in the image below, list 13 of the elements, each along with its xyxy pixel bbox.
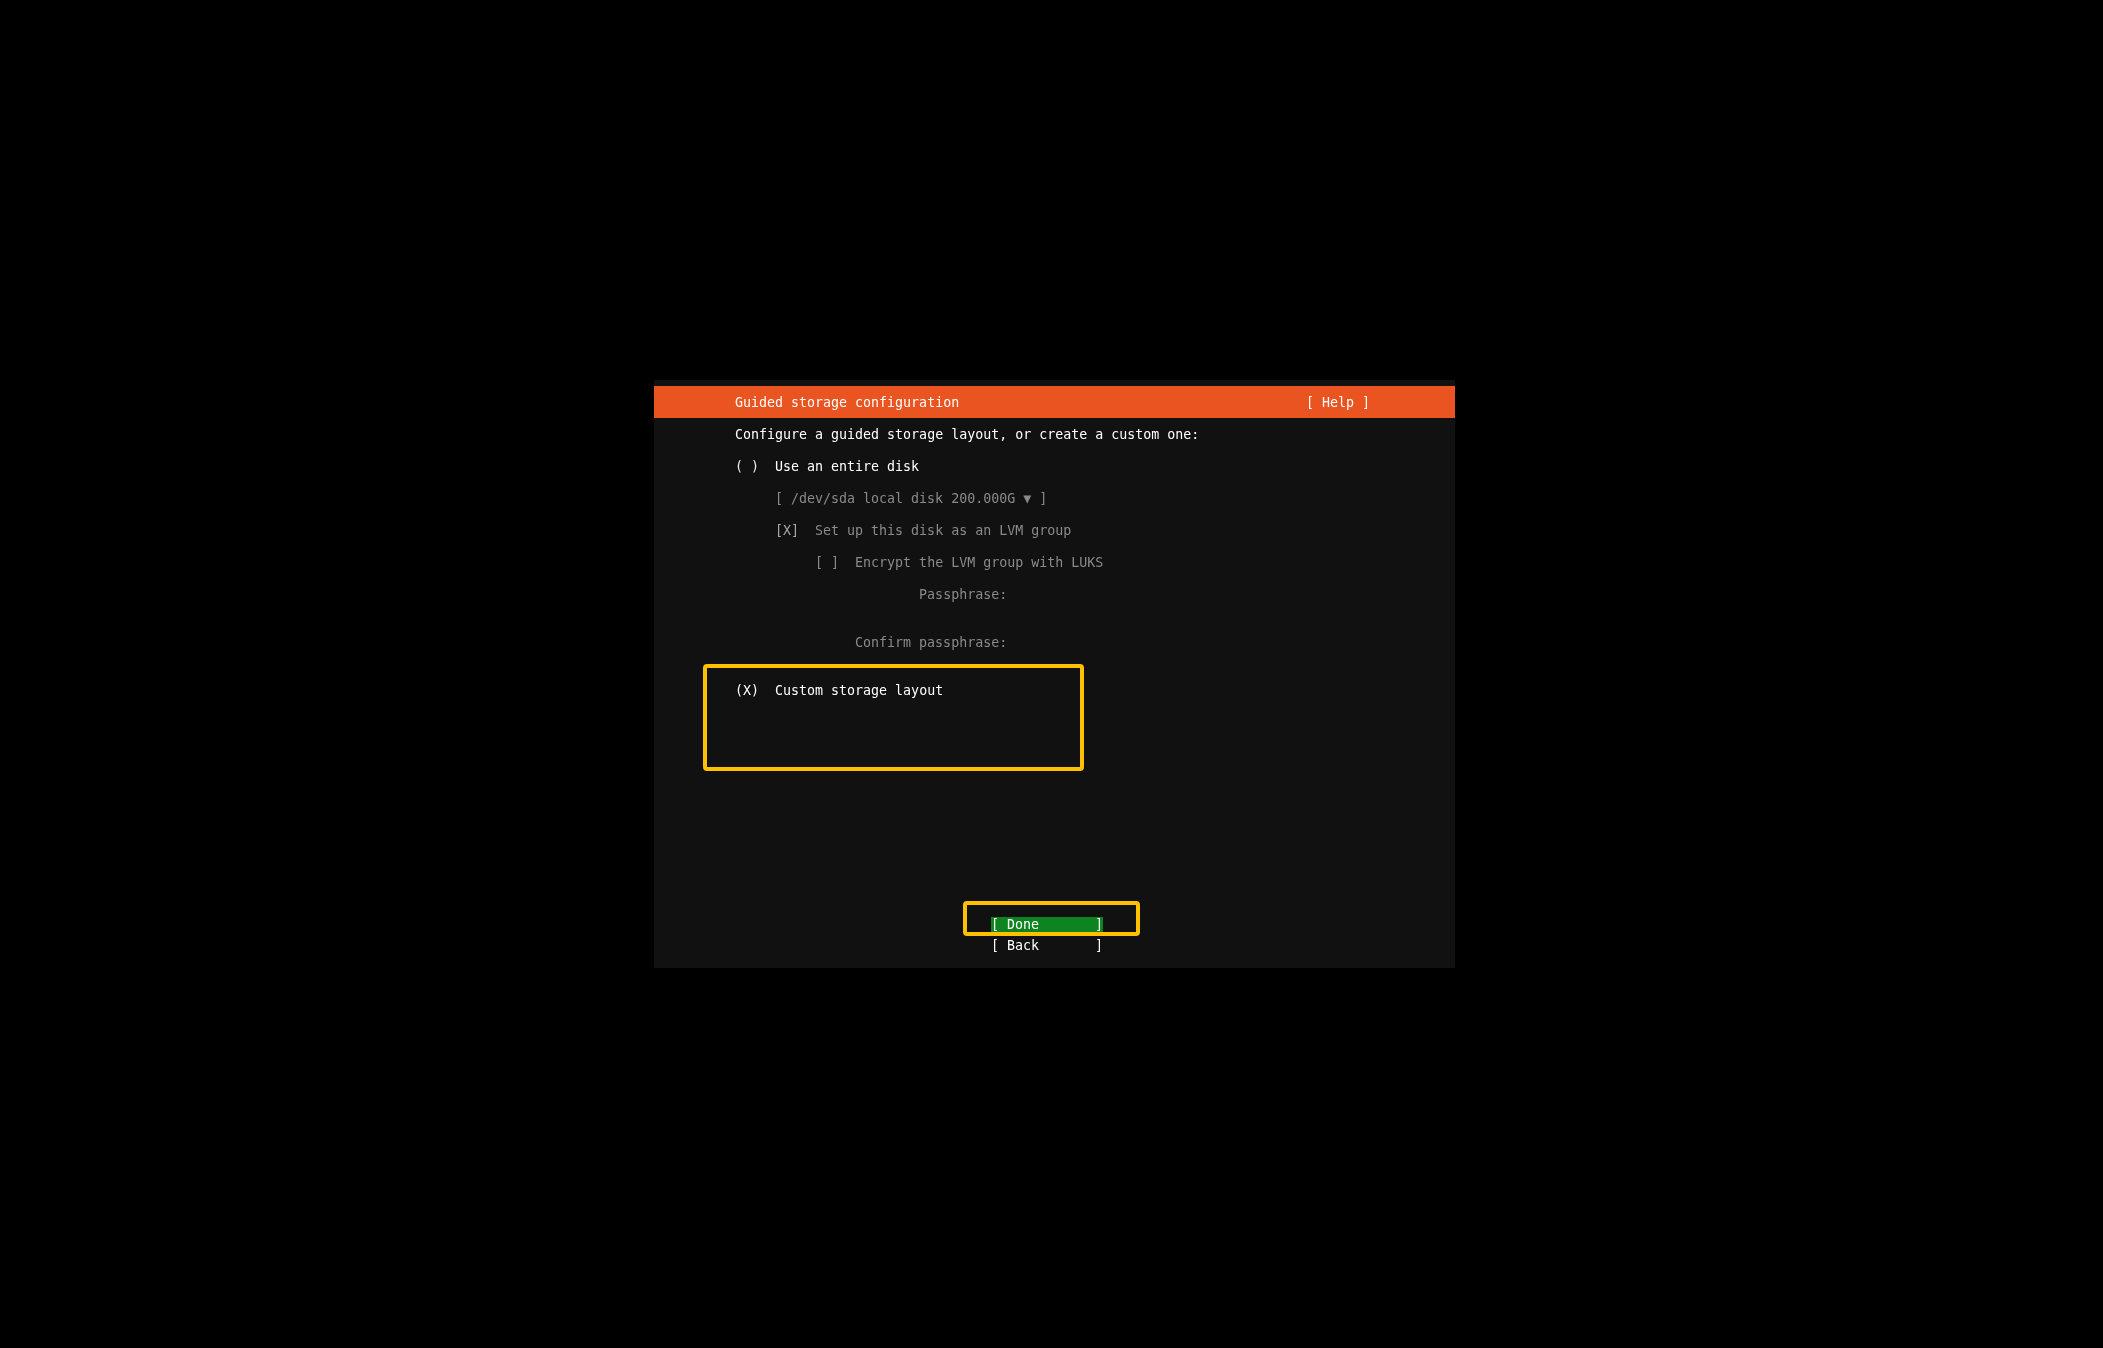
radio-button[interactable]: (X) bbox=[735, 682, 760, 698]
help-button[interactable]: [ Help ] bbox=[1305, 394, 1370, 410]
option-label: Custom storage layout bbox=[775, 682, 944, 698]
option-label: Set up this disk as an LVM group bbox=[815, 522, 1072, 538]
intro-text: Configure a guided storage layout, or create a custom one: bbox=[735, 426, 1200, 442]
field-label: Confirm passphrase: bbox=[854, 634, 1008, 650]
action-button[interactable]: [ Back ] bbox=[991, 938, 1104, 953]
radio-button[interactable]: ( ) bbox=[735, 458, 760, 474]
option-label: Use an entire disk bbox=[775, 458, 920, 474]
field-label: Passphrase: bbox=[918, 586, 1008, 602]
screen-title: Guided storage configuration bbox=[735, 394, 960, 410]
action-button[interactable]: [ Done ] bbox=[991, 917, 1104, 932]
option-label: Encrypt the LVM group with LUKS bbox=[855, 554, 1104, 570]
